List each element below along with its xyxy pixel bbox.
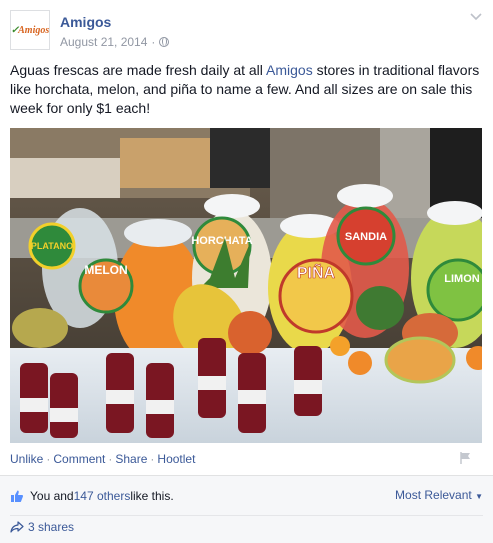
avatar-logo: ✓Amigos xyxy=(10,24,50,36)
footer-divider xyxy=(10,515,483,516)
likes-suffix: like this. xyxy=(130,489,174,503)
comment-link[interactable]: Comment xyxy=(53,452,105,466)
chevron-down-icon[interactable] xyxy=(469,10,483,24)
sign-limon: LIMON xyxy=(444,273,479,285)
chevron-down-icon: ▼ xyxy=(475,492,483,501)
post-photo[interactable]: PLATANO MELON HORCHATA PIÑA SANDIA LIMON xyxy=(10,128,482,443)
post-header: ✓Amigos Amigos August 21, 2014 · xyxy=(10,10,483,52)
sign-pina: PIÑA xyxy=(297,262,336,282)
page-name-link[interactable]: Amigos xyxy=(60,14,111,30)
actions-separator: · xyxy=(150,452,155,466)
like-thumb-icon xyxy=(11,490,24,502)
facebook-post: ✓Amigos Amigos August 21, 2014 · Aguas f… xyxy=(0,0,493,543)
actions-separator: · xyxy=(108,452,113,466)
aguas-frescas-display-image: PLATANO MELON HORCHATA PIÑA SANDIA LIMON xyxy=(10,128,482,443)
most-relevant-dropdown[interactable]: Most Relevant ▼ xyxy=(395,488,483,502)
shares-count: 3 shares xyxy=(28,520,75,534)
shares-link[interactable]: 3 shares xyxy=(10,520,74,534)
post-meta: August 21, 2014 · xyxy=(60,35,170,49)
actions-separator: · xyxy=(46,452,51,466)
likes-prefix: You and xyxy=(30,489,74,503)
flag-icon[interactable] xyxy=(459,451,473,465)
share-link[interactable]: Share xyxy=(115,452,147,466)
amigos-link[interactable]: Amigos xyxy=(266,62,313,78)
most-relevant-label: Most Relevant xyxy=(395,488,472,502)
globe-icon[interactable] xyxy=(159,37,170,47)
sign-platano: PLATANO xyxy=(31,241,73,251)
sign-melon: MELON xyxy=(84,263,127,277)
unlike-link[interactable]: Unlike xyxy=(10,452,43,466)
meta-separator: · xyxy=(151,35,156,49)
sign-horchata: HORCHATA xyxy=(191,235,252,247)
hootlet-link[interactable]: Hootlet xyxy=(157,452,195,466)
sign-sandia: SANDIA xyxy=(345,231,387,243)
post-actions: Unlike · Comment · Share · Hootlet xyxy=(10,452,195,466)
likes-others-link[interactable]: 147 others xyxy=(74,489,131,503)
post-footer: You and 147 others like this. Most Relev… xyxy=(0,475,493,543)
page-avatar[interactable]: ✓Amigos xyxy=(10,10,50,50)
post-text: Aguas frescas are made fresh daily at al… xyxy=(10,61,486,118)
post-date[interactable]: August 21, 2014 xyxy=(60,35,147,49)
share-arrow-icon xyxy=(10,521,24,533)
post-text-part1: Aguas frescas are made fresh daily at al… xyxy=(10,62,267,78)
likes-summary: You and 147 others like this. Most Relev… xyxy=(10,486,483,506)
